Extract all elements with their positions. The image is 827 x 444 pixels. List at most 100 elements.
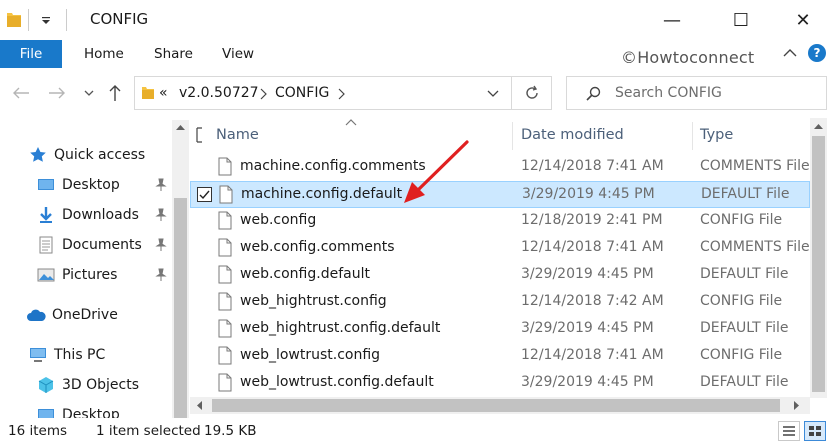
nav-pane-scrollbar[interactable] (172, 120, 189, 420)
nav-pictures[interactable]: Pictures (36, 262, 117, 288)
table-row[interactable]: web_hightrust.config 12/14/2018 7:42 AM CO… (190, 289, 810, 316)
scroll-up-icon[interactable] (176, 124, 185, 130)
pin-icon[interactable] (154, 208, 168, 222)
chevron-right-icon[interactable] (259, 88, 267, 100)
computer-icon (28, 346, 48, 364)
scroll-right-icon[interactable] (794, 401, 800, 410)
column-separator[interactable] (512, 122, 513, 150)
table-row[interactable]: web.config 12/18/2019 2:41 PM CONFIG File (190, 208, 810, 235)
close-button[interactable]: ✕ (780, 0, 826, 40)
refresh-button[interactable] (512, 76, 552, 110)
tab-file[interactable]: File (0, 40, 62, 68)
table-row[interactable]: web_lowtrust.config 12/14/2018 7:41 AM CON… (190, 343, 810, 370)
nav-label: Documents (62, 237, 142, 253)
column-separator[interactable] (692, 122, 693, 150)
nav-documents[interactable]: Documents (36, 232, 142, 258)
navigation-pane: Quick access Desktop Downloads Documents… (0, 120, 190, 418)
nav-label: 3D Objects (62, 377, 140, 393)
search-box[interactable]: Search CONFIG (566, 76, 827, 110)
status-size: 19.5 KB (204, 423, 257, 439)
chevron-right-icon[interactable] (337, 88, 345, 100)
select-all-checkbox[interactable] (196, 127, 204, 143)
column-date-modified[interactable]: Date modified (521, 127, 624, 143)
scrollbar-thumb[interactable] (812, 136, 825, 392)
breadcrumb-v2[interactable]: v2.0.50727 (179, 85, 259, 101)
status-selection: 1 item selected (96, 423, 201, 439)
file-list-scrollbar[interactable] (810, 118, 827, 398)
file-name: web_lowtrust.config (240, 347, 381, 363)
desktop-icon (36, 176, 56, 194)
search-icon (586, 86, 601, 101)
file-icon (218, 211, 232, 230)
nav-desktop[interactable]: Desktop (36, 172, 120, 198)
details-view-button[interactable] (778, 421, 800, 441)
scroll-left-icon[interactable] (196, 401, 202, 410)
maximize-button[interactable]: ☐ (718, 0, 764, 40)
back-arrow-icon[interactable] (10, 82, 32, 104)
nav-3d-objects[interactable]: 3D Objects (36, 372, 139, 398)
file-icon (219, 185, 233, 204)
file-name: web_hightrust.config (240, 293, 387, 309)
folder-icon (6, 9, 22, 31)
table-row[interactable]: machine.config.comments 12/14/2018 7:41 A… (190, 154, 810, 181)
pin-icon[interactable] (154, 238, 168, 252)
title-bar: CONFIG — ☐ ✕ (0, 0, 827, 40)
tab-home[interactable]: Home (84, 40, 124, 68)
nav-downloads[interactable]: Downloads (36, 202, 139, 228)
download-icon (36, 206, 56, 224)
up-arrow-icon[interactable] (104, 82, 126, 104)
file-icon (218, 292, 232, 311)
nav-this-pc[interactable]: This PC (28, 342, 105, 368)
file-type: DEFAULT File (701, 186, 790, 202)
column-type[interactable]: Type (700, 127, 733, 143)
table-row[interactable]: web_hightrust.config.default 3/29/2019 4:… (190, 316, 810, 343)
nav-onedrive[interactable]: OneDrive (26, 302, 118, 328)
scroll-up-icon[interactable] (814, 123, 823, 129)
tab-view[interactable]: View (222, 40, 254, 68)
forward-arrow-icon[interactable] (46, 82, 68, 104)
pin-icon[interactable] (154, 268, 168, 282)
watermark: ©Howtoconnect (621, 48, 755, 67)
file-date: 3/29/2019 4:45 PM (522, 186, 655, 202)
column-header-row: Name Date modified Type (190, 118, 810, 152)
horizontal-scrollbar[interactable] (190, 397, 810, 414)
address-bar[interactable]: « v2.0.50727 CONFIG (134, 76, 512, 110)
tab-share[interactable]: Share (154, 40, 193, 68)
nav-quick-access[interactable]: Quick access (28, 142, 145, 168)
toolbar-divider (28, 9, 29, 31)
quick-access-dropdown-icon[interactable] (40, 9, 52, 31)
recent-locations-chevron-icon[interactable] (78, 82, 100, 104)
nav-label: Quick access (54, 147, 146, 163)
file-type: DEFAULT File (700, 320, 789, 336)
row-checkbox[interactable] (197, 187, 212, 202)
table-row[interactable]: web.config.comments 12/14/2018 7:41 AM COM… (190, 235, 810, 262)
large-icons-view-button[interactable] (804, 421, 826, 441)
pin-icon[interactable] (154, 178, 168, 192)
status-item-count: 16 items (8, 423, 68, 439)
refresh-icon (525, 85, 538, 99)
column-name[interactable]: Name (216, 127, 259, 143)
scrollbar-thumb[interactable] (174, 198, 187, 420)
large-icons-view-icon (809, 426, 821, 436)
file-date: 3/29/2019 4:45 PM (521, 374, 654, 390)
chevron-down-icon[interactable] (487, 90, 499, 98)
nav-label: Desktop (62, 407, 120, 418)
file-type: DEFAULT File (700, 266, 789, 282)
file-type: COMMENTS File (700, 158, 810, 174)
table-row[interactable]: web_lowtrust.config.default 3/29/2019 4:4… (190, 370, 810, 397)
table-row[interactable]: web.config.default 3/29/2019 4:45 PM DEFAU… (190, 262, 810, 289)
table-row[interactable]: machine.config.default 3/29/2019 4:45 PM D… (190, 181, 810, 208)
nav-label: Pictures (62, 267, 118, 283)
minimize-button[interactable]: — (649, 0, 695, 40)
file-name: web.config (240, 212, 317, 228)
pictures-icon (36, 266, 56, 284)
scrollbar-thumb[interactable] (212, 399, 780, 412)
nav-desktop-pc[interactable]: Desktop (36, 402, 120, 418)
file-icon (218, 373, 232, 392)
breadcrumb-config[interactable]: CONFIG (275, 85, 329, 101)
expand-ribbon-icon[interactable] (780, 44, 800, 64)
help-button[interactable]: ? (808, 44, 826, 62)
sort-ascending-icon (345, 119, 357, 126)
address-overflow[interactable]: « (159, 85, 168, 101)
file-list: Name Date modified Type machine.config.c… (190, 118, 810, 398)
